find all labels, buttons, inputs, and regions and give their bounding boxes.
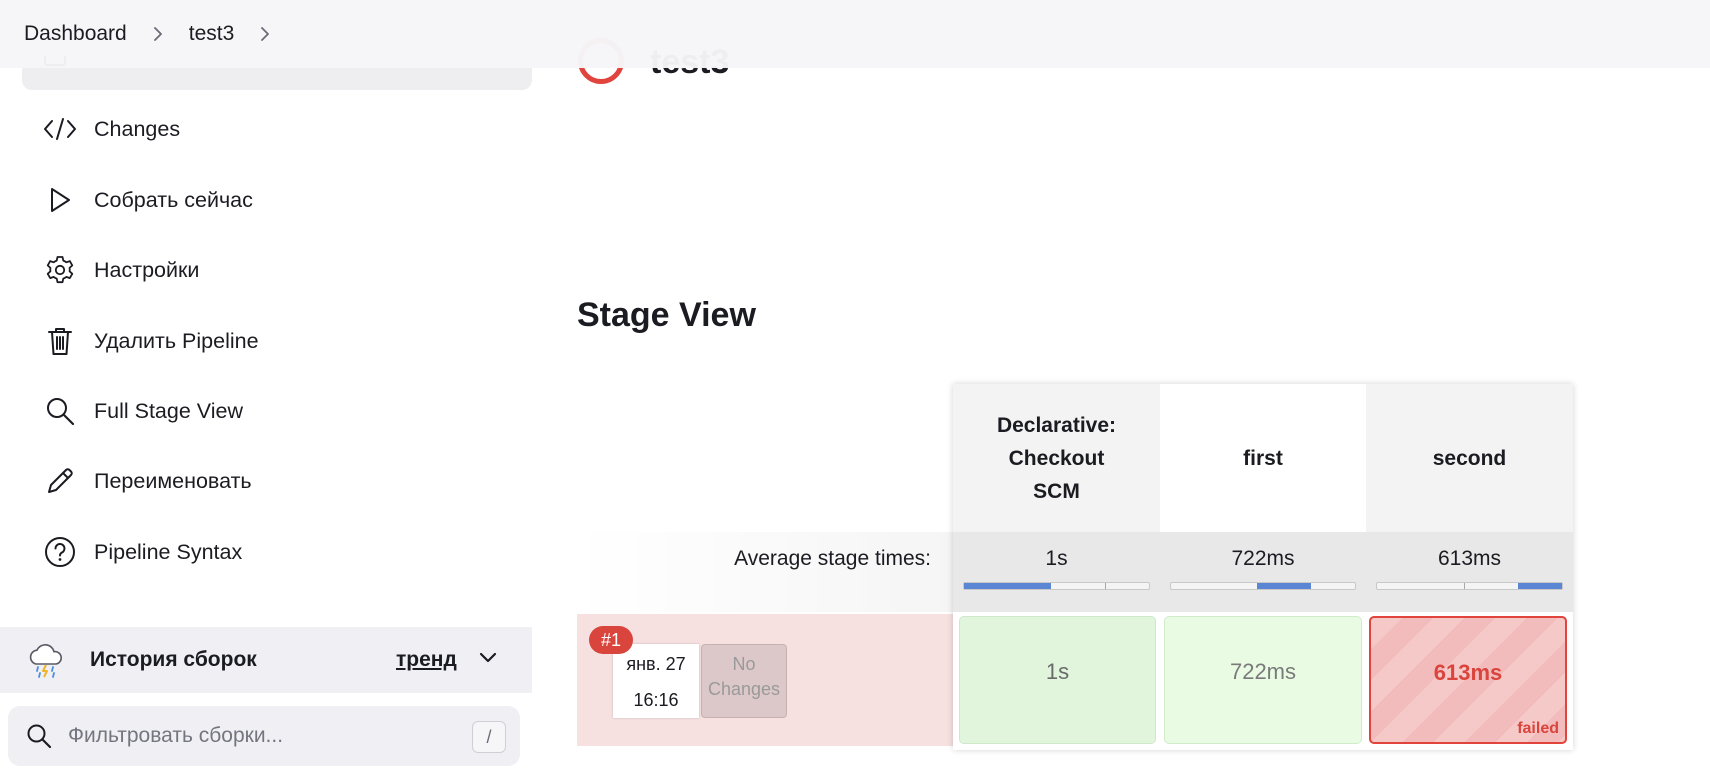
weather-storm-icon: [24, 640, 68, 680]
stage-status-label: failed: [1517, 720, 1559, 737]
stage-header-line: Declarative:: [996, 413, 1117, 437]
chevron-right-icon[interactable]: [151, 27, 165, 41]
stage-cell-value: 722ms: [1229, 659, 1297, 684]
build-date-time: 16:16: [633, 690, 679, 710]
sidebar-item-label: Собрать сейчас: [94, 187, 253, 212]
build-row-info: #1 янв. 27 16:16 No Changes: [577, 614, 953, 746]
build-date-day: янв. 27: [626, 654, 686, 674]
build-history-title: История сборок: [90, 648, 257, 671]
gear-icon: [30, 239, 90, 301]
stage-table: Declarative: Checkout SCM first second 1…: [953, 384, 1573, 750]
play-icon: [30, 169, 90, 231]
pencil-icon: [30, 450, 90, 512]
sidebar-item-label: Changes: [94, 116, 181, 141]
stage-header-second: second: [1366, 384, 1573, 532]
stage-cell-checkout[interactable]: 1s: [959, 616, 1156, 744]
sidebar-item-pipeline-syntax[interactable]: Pipeline Syntax: [22, 521, 532, 583]
filter-builds-input[interactable]: [68, 724, 448, 748]
sidebar-item-changes[interactable]: Changes: [22, 98, 532, 160]
stage-cell-second[interactable]: 613ms failed: [1369, 616, 1567, 744]
changes-box[interactable]: No Changes: [701, 644, 787, 718]
average-time-value: 722ms: [1231, 547, 1295, 570]
sidebar-item-settings[interactable]: Настройки: [22, 239, 532, 301]
keyboard-shortcut-hint: /: [472, 721, 506, 753]
average-stage-times-label: Average stage times:: [577, 532, 953, 612]
average-time-progress: [1376, 582, 1563, 590]
stage-header-checkout: Declarative: Checkout SCM: [953, 384, 1160, 532]
build-number-badge[interactable]: #1: [589, 626, 633, 654]
stage-cell-first[interactable]: 722ms: [1164, 616, 1362, 744]
changes-line2: Changes: [707, 679, 781, 699]
stage-header-line: Checkout: [1008, 446, 1105, 470]
help-icon: [30, 521, 90, 583]
sidebar-item-delete-pipeline[interactable]: Удалить Pipeline: [22, 310, 532, 372]
breadcrumb-dashboard[interactable]: Dashboard: [24, 22, 127, 46]
stage-view-title: Stage View: [577, 296, 756, 334]
stage-header-line: second: [1432, 446, 1507, 470]
sidebar-item-label: Переименовать: [94, 468, 252, 493]
sidebar-item-label: Full Stage View: [94, 398, 243, 423]
search-icon: [26, 723, 52, 749]
stage-header-line: first: [1243, 446, 1283, 470]
trash-icon: [30, 310, 90, 372]
code-icon: [30, 98, 90, 160]
breadcrumb-job[interactable]: test3: [189, 22, 235, 46]
sidebar-item-full-stage-view[interactable]: Full Stage View: [22, 380, 532, 442]
search-icon: [30, 380, 90, 442]
average-time-value: 1s: [1045, 547, 1068, 570]
average-time-second: 613ms: [1366, 532, 1573, 612]
breadcrumb: Dashboard test3: [0, 0, 1710, 68]
build-history-header: История сборок тренд: [0, 627, 532, 693]
build-filter: /: [8, 706, 520, 766]
sidebar-item-label: Настройки: [94, 257, 200, 282]
average-time-progress: [963, 582, 1150, 590]
stage-cell-value: 613ms: [1433, 660, 1503, 685]
average-time-checkout: 1s: [953, 532, 1160, 612]
build-date: янв. 27 16:16: [613, 644, 699, 718]
changes-line1: No: [732, 654, 756, 674]
sidebar-item-rename[interactable]: Переименовать: [22, 450, 532, 512]
sidebar-item-label: Удалить Pipeline: [94, 328, 259, 353]
sidebar: Changes Собрать сейчас Настройки Удалить…: [0, 0, 532, 776]
chevron-down-icon[interactable]: [478, 651, 498, 670]
average-time-progress: [1170, 582, 1356, 590]
chevron-right-icon[interactable]: [258, 27, 272, 41]
trend-link[interactable]: тренд: [396, 648, 457, 672]
stage-header-line: SCM: [1033, 479, 1080, 503]
stage-cell-value: 1s: [1045, 659, 1070, 684]
average-label-text: Average stage times:: [734, 547, 931, 570]
stage-header-first: first: [1160, 384, 1366, 532]
average-time-value: 613ms: [1437, 547, 1502, 570]
sidebar-item-build-now[interactable]: Собрать сейчас: [22, 169, 532, 231]
sidebar-item-label: Pipeline Syntax: [94, 539, 243, 564]
average-time-first: 722ms: [1160, 532, 1366, 612]
